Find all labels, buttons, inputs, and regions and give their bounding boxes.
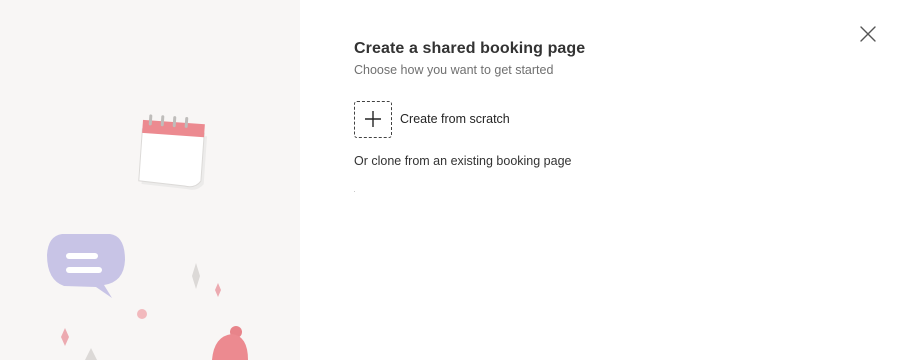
person-figure-icon bbox=[212, 326, 248, 360]
clone-existing-label: Or clone from an existing booking page bbox=[354, 154, 572, 168]
calendar-icon bbox=[138, 114, 208, 190]
create-from-scratch-label: Create from scratch bbox=[400, 112, 510, 126]
close-button[interactable] bbox=[858, 24, 878, 44]
plus-icon bbox=[365, 111, 381, 127]
add-box bbox=[354, 100, 392, 138]
illustration-panel bbox=[0, 0, 300, 360]
create-from-scratch-button[interactable]: Create from scratch bbox=[354, 100, 510, 138]
dot-decoration bbox=[137, 309, 147, 319]
dialog-content: Create a shared booking page Choose how … bbox=[300, 0, 908, 360]
dialog-subtitle: Choose how you want to get started bbox=[354, 63, 554, 77]
booking-illustration bbox=[47, 114, 248, 360]
chat-bubble-icon bbox=[47, 234, 125, 298]
loading-placeholder bbox=[354, 191, 355, 192]
close-icon bbox=[860, 26, 876, 42]
dialog-title: Create a shared booking page bbox=[354, 40, 586, 57]
